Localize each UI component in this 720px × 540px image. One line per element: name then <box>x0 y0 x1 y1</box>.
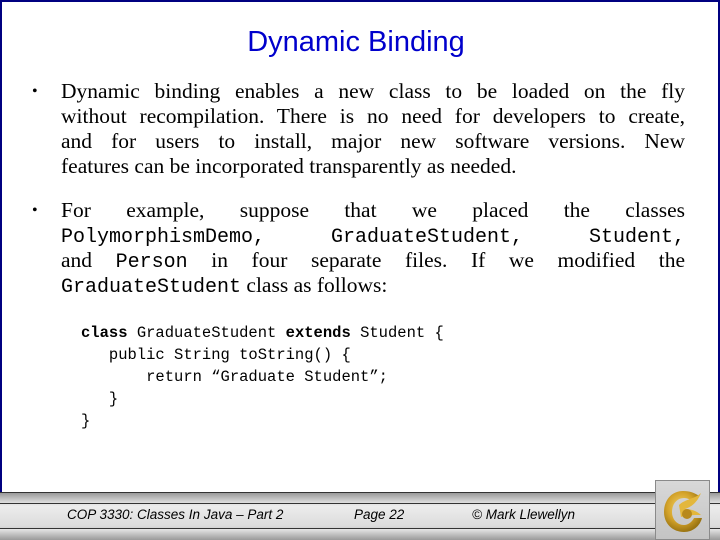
slide-frame: Dynamic Binding • Dynamic binding enable… <box>0 0 720 492</box>
inline-text: and <box>61 248 116 272</box>
footer-divider <box>0 503 720 504</box>
footer-band-top <box>0 493 720 503</box>
bullet-1-line-4: features can be incorporated transparent… <box>61 154 517 178</box>
inline-code: Person <box>115 251 188 274</box>
footer-divider <box>0 492 720 493</box>
bullet-1-line-1: Dynamic binding enables a new class to b… <box>61 79 685 103</box>
bullet-2-line-1: For example, suppose that we placed the … <box>61 198 685 223</box>
inline-text: For example, suppose that we placed the … <box>61 198 685 222</box>
inline-code: GraduateStudent <box>61 276 242 299</box>
bullet-1-line-2: without recompilation. There is no need … <box>61 104 685 128</box>
inline-text: class as follows: <box>241 273 388 297</box>
inline-text: in four separate files. If we modified t… <box>187 248 685 272</box>
slide-title: Dynamic Binding <box>2 26 718 59</box>
slide-footer: COP 3330: Classes In Java – Part 2 Page … <box>0 492 720 540</box>
code-class-name: GraduateStudent <box>127 324 286 342</box>
slide-title-text: Dynamic Binding <box>247 26 465 58</box>
inline-code: PolymorphismDemo, GraduateStudent, Stude… <box>61 226 685 249</box>
footer-course: COP 3330: Classes In Java – Part 2 <box>67 507 284 522</box>
keyword-extends: extends <box>285 324 351 342</box>
bullet-dot: • <box>32 202 38 219</box>
footer-page-number: Page 22 <box>354 507 405 522</box>
bullet-2-line-2: PolymorphismDemo, GraduateStudent, Stude… <box>61 223 685 249</box>
code-line-1: class GraduateStudent extends Student { <box>81 322 444 344</box>
code-line-4: } <box>81 390 119 408</box>
code-line-2: public String toString() { <box>81 346 351 364</box>
keyword-class: class <box>81 324 128 342</box>
bullet-2-line-3: and Person in four separate files. If we… <box>61 248 685 274</box>
footer-author: © Mark Llewellyn <box>472 507 575 522</box>
bullet-2: • For example, suppose that we placed th… <box>32 198 692 299</box>
ucf-pegasus-logo-icon <box>664 491 702 532</box>
bullet-1: • Dynamic binding enables a new class to… <box>32 79 692 179</box>
code-line-3: return “Graduate Student”; <box>81 368 388 386</box>
bullet-2-line-4: GraduateStudent class as follows: <box>61 273 685 299</box>
code-superclass: Student { <box>350 324 444 342</box>
code-block: class GraduateStudent extends Student { … <box>81 322 444 432</box>
footer-band-bottom <box>0 529 720 540</box>
bullet-dot: • <box>32 83 38 100</box>
footer-divider <box>0 528 720 529</box>
bullet-1-line-3: and for users to install, major new soft… <box>61 129 685 153</box>
code-line-5: } <box>81 412 91 430</box>
logo-tile <box>655 480 710 540</box>
